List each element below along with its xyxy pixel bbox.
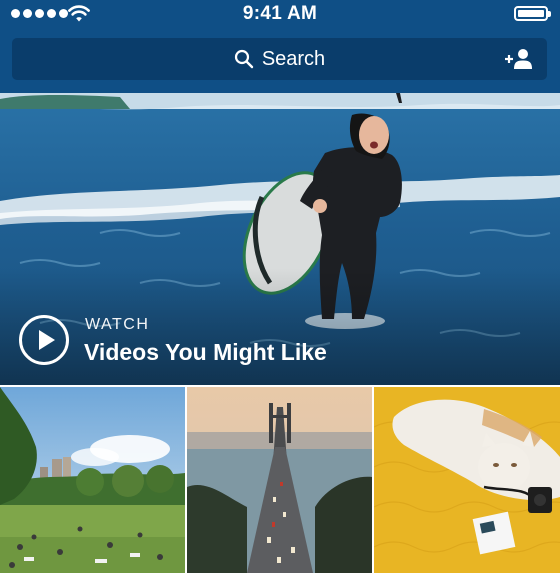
cat-photo xyxy=(374,387,560,573)
park-photo xyxy=(0,387,185,573)
status-time: 9:41 AM xyxy=(242,3,318,24)
add-person-icon[interactable] xyxy=(503,48,533,70)
search-field[interactable]: Search xyxy=(12,38,547,80)
bridge-photo xyxy=(187,387,372,573)
cat-photo-thumbnail[interactable] xyxy=(374,387,560,573)
search-icon xyxy=(234,49,254,69)
search-label: Search xyxy=(261,47,326,70)
park-photo-thumbnail[interactable] xyxy=(0,387,185,573)
play-icon[interactable] xyxy=(19,315,69,365)
videos-title: Videos You Might Like xyxy=(84,339,327,365)
header: 9:41 AM Search xyxy=(0,0,560,93)
battery-icon xyxy=(514,6,551,21)
search-bar[interactable]: Search xyxy=(12,38,547,80)
watch-label: WATCH xyxy=(85,316,150,333)
explore-screen: 9:41 AM Search WATCH Videos You Might Li… xyxy=(0,0,560,573)
status-bar: 9:41 AM xyxy=(0,0,560,28)
featured-video-card[interactable]: WATCH Videos You Might Like xyxy=(0,93,560,385)
bridge-photo-thumbnail[interactable] xyxy=(187,387,372,573)
